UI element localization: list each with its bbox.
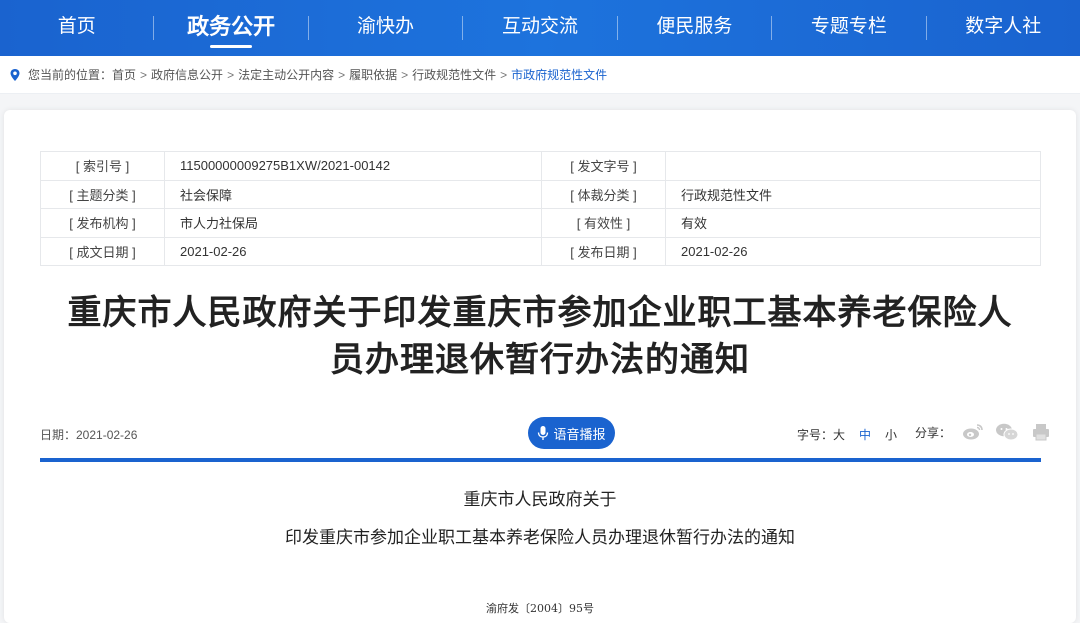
meta-row: [ 主题分类 ] 社会保障 [ 体裁分类 ] 行政规范性文件 bbox=[40, 179, 1041, 209]
meta-label-genre: [ 体裁分类 ] bbox=[541, 179, 666, 209]
breadcrumb-link-normative[interactable]: 行政规范性文件 bbox=[412, 66, 496, 83]
meta-value-publisher: 市人力社保局 bbox=[164, 208, 542, 238]
document-title-line1: 重庆市人民政府关于 bbox=[463, 490, 617, 510]
font-size-control: 字号： 大 中 小 bbox=[797, 426, 897, 443]
nav-item-digital-hr[interactable]: 数字人社 bbox=[927, 0, 1080, 56]
meta-row: [ 索引号 ] 11500000009275B1XW/2021-00142 [ … bbox=[40, 151, 1041, 181]
breadcrumb-separator: > bbox=[227, 67, 235, 82]
nav-item-yukuaiban[interactable]: 渝快办 bbox=[309, 0, 462, 56]
weibo-icon[interactable] bbox=[961, 423, 985, 441]
meta-label-publish-date: [ 发布日期 ] bbox=[541, 236, 666, 266]
nav-item-gov-affairs[interactable]: 政务公开 bbox=[154, 0, 307, 56]
document-title-line2: 印发重庆市参加企业职工基本养老保险人员办理退休暂行办法的通知 bbox=[285, 528, 795, 548]
meta-value-topic: 社会保障 bbox=[164, 179, 542, 209]
breadcrumb-separator: > bbox=[338, 67, 346, 82]
meta-label-validity: [ 有效性 ] bbox=[541, 208, 666, 238]
meta-value-genre: 行政规范性文件 bbox=[665, 179, 1041, 209]
breadcrumb-link-city-normative[interactable]: 市政府规范性文件 bbox=[511, 66, 607, 83]
breadcrumb-prefix: 您当前的位置： bbox=[28, 68, 113, 82]
content-divider bbox=[40, 458, 1041, 462]
breadcrumb-link-home[interactable]: 首页 bbox=[112, 66, 136, 83]
meta-value-validity: 有效 bbox=[665, 208, 1041, 238]
meta-label-index: [ 索引号 ] bbox=[40, 151, 165, 181]
meta-row: [ 成文日期 ] 2021-02-26 [ 发布日期 ] 2021-02-26 bbox=[40, 236, 1041, 266]
breadcrumb-link-gov-info[interactable]: 政府信息公开 bbox=[151, 66, 223, 83]
font-size-label: 字号： bbox=[797, 428, 834, 442]
font-size-medium[interactable]: 中 bbox=[859, 426, 871, 443]
top-navigation: 首页 政务公开 渝快办 互动交流 便民服务 专题专栏 数字人社 bbox=[0, 0, 1080, 56]
meta-value-publish-date: 2021-02-26 bbox=[665, 236, 1041, 266]
breadcrumb: 您当前的位置： 首页 > 政府信息公开 > 法定主动公开内容 > 履职依据 > … bbox=[0, 56, 1080, 94]
document-reference-number: 渝府发〔2004〕95号 bbox=[486, 602, 594, 615]
breadcrumb-link-statutory[interactable]: 法定主动公开内容 bbox=[238, 66, 334, 83]
meta-label-written-date: [ 成文日期 ] bbox=[40, 236, 165, 266]
nav-item-topics[interactable]: 专题专栏 bbox=[772, 0, 925, 56]
meta-row: [ 发布机构 ] 市人力社保局 [ 有效性 ] 有效 bbox=[40, 208, 1041, 238]
page-title-line: 重庆市人民政府关于印发重庆市参加企业职工基本养老保险人 bbox=[67, 293, 1013, 333]
meta-value-written-date: 2021-02-26 bbox=[164, 236, 542, 266]
print-icon[interactable] bbox=[1029, 423, 1053, 441]
share-bar: 分享： bbox=[915, 423, 1053, 441]
page-title-line: 员办理退休暂行办法的通知 bbox=[330, 340, 750, 380]
share-label: 分享： bbox=[915, 425, 952, 440]
page-title: 重庆市人民政府关于印发重庆市参加企业职工基本养老保险人 员办理退休暂行办法的通知 bbox=[30, 290, 1050, 384]
breadcrumb-separator: > bbox=[401, 67, 409, 82]
location-pin-icon bbox=[8, 68, 22, 82]
breadcrumb-separator: > bbox=[140, 67, 148, 82]
meta-value-index: 11500000009275B1XW/2021-00142 bbox=[164, 151, 542, 181]
voice-broadcast-label: 语音播报 bbox=[553, 426, 606, 442]
document-meta-table: [ 索引号 ] 11500000009275B1XW/2021-00142 [ … bbox=[40, 151, 1041, 266]
wechat-icon[interactable] bbox=[995, 423, 1019, 441]
microphone-icon bbox=[537, 425, 549, 441]
nav-item-interaction[interactable]: 互动交流 bbox=[463, 0, 616, 56]
nav-item-home[interactable]: 首页 bbox=[0, 0, 153, 56]
breadcrumb-link-duties[interactable]: 履职依据 bbox=[349, 66, 397, 83]
font-size-small[interactable]: 小 bbox=[885, 426, 897, 443]
meta-label-doc-number: [ 发文字号 ] bbox=[541, 151, 666, 181]
meta-label-publisher: [ 发布机构 ] bbox=[40, 208, 165, 238]
breadcrumb-separator: > bbox=[500, 67, 508, 82]
publish-date: 日期：2021-02-26 bbox=[40, 428, 138, 442]
font-size-large[interactable]: 大 bbox=[833, 426, 845, 443]
meta-label-topic: [ 主题分类 ] bbox=[40, 179, 165, 209]
voice-broadcast-button[interactable]: 语音播报 bbox=[528, 417, 615, 449]
meta-value-doc-number bbox=[665, 151, 1041, 181]
nav-item-services[interactable]: 便民服务 bbox=[618, 0, 771, 56]
